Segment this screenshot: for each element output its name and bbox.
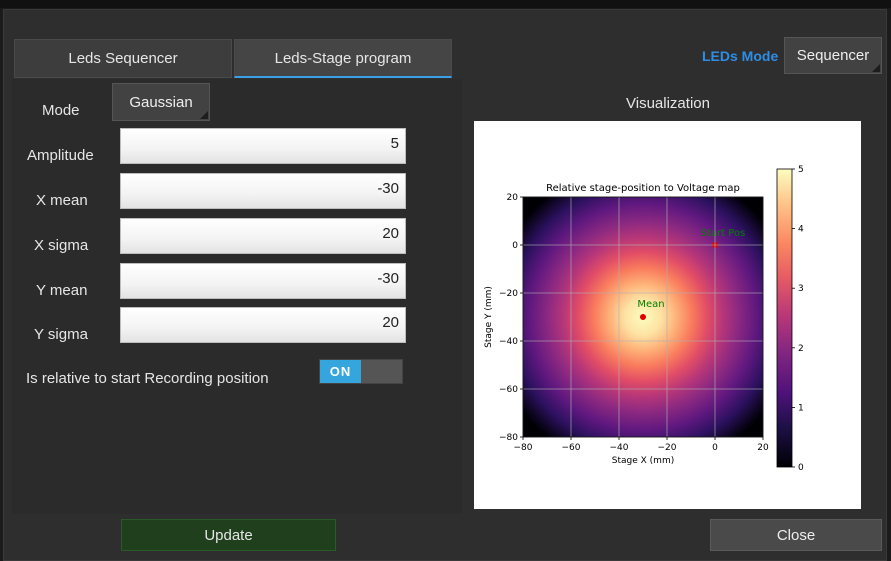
visualization-title: Visualization	[626, 95, 710, 112]
y-tick-label: 20	[507, 193, 519, 203]
x-axis-label: Stage X (mm)	[612, 456, 674, 466]
x-mean-field[interactable]: -30	[120, 173, 406, 209]
close-button[interactable]: Close	[710, 519, 882, 551]
leds-mode-label: LEDs Mode	[702, 48, 779, 64]
y-tick-label: −80	[499, 433, 518, 443]
plot-area: Mean Start Pos	[523, 197, 763, 437]
x-tick-label: −20	[658, 443, 677, 453]
x-tick-label: −40	[610, 443, 629, 453]
y-tick-label: −60	[499, 385, 518, 395]
colorbar: 0 1 2 3 4 5	[776, 165, 804, 473]
y-sigma-field[interactable]: 20	[120, 307, 406, 343]
leds-mode-select[interactable]: Sequencer	[784, 37, 882, 74]
chart-title: Relative stage-position to Voltage map	[546, 183, 740, 194]
y-mean-label: Y mean	[36, 282, 88, 299]
voltage-map-chart: Relative stage-position to Voltage map M…	[484, 165, 804, 473]
relative-position-label: Is relative to start Recording position	[26, 370, 269, 387]
y-tick-label: 0	[512, 241, 518, 251]
tab-leds-stage-program[interactable]: Leds-Stage program	[234, 39, 452, 78]
colorbar-tick-label: 3	[798, 284, 804, 294]
y-tick-label: −40	[499, 337, 518, 347]
x-tick-label: 0	[712, 443, 718, 453]
leds-dialog: Leds Sequencer Leds-Stage program LEDs M…	[3, 9, 887, 561]
amplitude-label: Amplitude	[27, 147, 94, 164]
top-bar	[0, 0, 891, 8]
start-pos-label: Start Pos	[701, 228, 746, 239]
x-mean-label: X mean	[36, 192, 88, 209]
y-tick-label: −20	[499, 289, 518, 299]
mean-label: Mean	[637, 299, 664, 310]
mode-value: Gaussian	[129, 93, 193, 111]
x-tick-label: −60	[562, 443, 581, 453]
colorbar-tick-label: 0	[798, 463, 804, 473]
colorbar-bar	[776, 168, 793, 468]
x-sigma-label: X sigma	[34, 237, 89, 254]
form-panel: Mode Gaussian Amplitude 5 X mean -30 X s…	[12, 79, 462, 514]
y-axis-label: Stage Y (mm)	[484, 286, 494, 348]
update-button[interactable]: Update	[121, 519, 336, 551]
y-sigma-label: Y sigma	[34, 326, 88, 343]
x-sigma-field[interactable]: 20	[120, 218, 406, 254]
amplitude-field[interactable]: 5	[120, 128, 406, 164]
colorbar-tick-label: 5	[798, 165, 804, 175]
x-tick-label: 20	[757, 443, 769, 453]
colorbar-tick-label: 1	[798, 403, 804, 413]
mean-point	[640, 314, 646, 320]
relative-position-toggle[interactable]: ON	[319, 359, 403, 384]
leds-mode-value: Sequencer	[796, 47, 870, 64]
visualization-panel: Relative stage-position to Voltage map M…	[474, 121, 861, 509]
y-mean-field[interactable]: -30	[120, 263, 406, 299]
tab-leds-sequencer[interactable]: Leds Sequencer	[14, 39, 232, 78]
mode-label: Mode	[42, 102, 80, 119]
x-tick-label: −80	[514, 443, 533, 453]
mode-select[interactable]: Gaussian	[112, 83, 210, 121]
colorbar-tick-label: 4	[798, 225, 804, 235]
toggle-on-label: ON	[320, 360, 361, 383]
colorbar-tick-label: 2	[798, 344, 804, 354]
dropdown-corner-icon	[200, 111, 208, 119]
dropdown-corner-icon	[872, 64, 880, 72]
